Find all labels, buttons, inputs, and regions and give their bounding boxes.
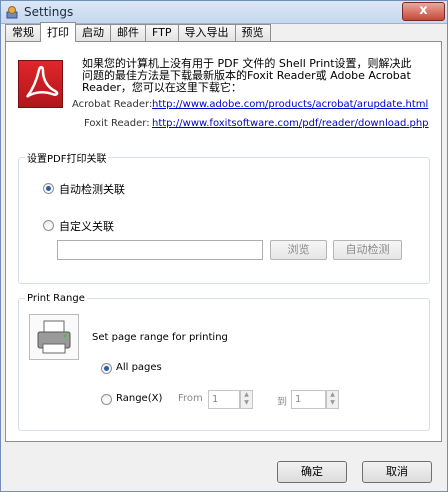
acrobat-label: Acrobat Reader: — [72, 99, 153, 110]
printer-icon — [29, 314, 79, 360]
tab-startup[interactable]: 启动 — [75, 24, 111, 41]
auto-detect-radio[interactable] — [43, 183, 54, 194]
adobe-pdf-icon — [18, 60, 63, 108]
tab-bar: 常规 打印 启动 邮件 FTP 导入导出 预览 — [5, 22, 271, 42]
foxit-label: Foxit Reader: — [84, 118, 150, 129]
browse-button[interactable]: 浏览 — [270, 240, 327, 260]
ok-button[interactable]: 确定 — [277, 461, 347, 483]
spin-down-icon[interactable]: ▼ — [241, 399, 252, 407]
from-label: From — [178, 393, 203, 404]
settings-window: Settings x 常规 打印 启动 邮件 FTP 导入导出 预览 如果您的计… — [0, 0, 448, 492]
settings-app-icon — [6, 6, 18, 19]
window-title: Settings — [24, 5, 74, 19]
info-text: 如果您的计算机上没有用于 PDF 文件的 Shell Print设置，则解决此问… — [82, 57, 412, 94]
tab-import-export[interactable]: 导入导出 — [177, 24, 236, 41]
acrobat-link[interactable]: http://www.adobe.com/products/acrobat/ar… — [152, 99, 428, 110]
tab-preview[interactable]: 预览 — [234, 24, 271, 41]
title-bar[interactable]: Settings x — [1, 1, 447, 24]
foxit-link[interactable]: http://www.foxitsoftware.com/pdf/reader/… — [152, 118, 429, 129]
custom-assoc-label: 自定义关联 — [59, 220, 114, 233]
tab-ftp[interactable]: FTP — [145, 24, 179, 41]
cancel-button[interactable]: 取消 — [362, 461, 432, 483]
range-description: Set page range for printing — [92, 332, 228, 343]
spin-up-icon[interactable]: ▲ — [241, 391, 252, 399]
from-page-spinner[interactable]: ▲ ▼ — [240, 390, 253, 409]
spin-down-icon[interactable]: ▼ — [327, 399, 338, 407]
tab-print[interactable]: 打印 — [40, 22, 76, 42]
all-pages-radio[interactable] — [101, 363, 112, 374]
assoc-group: 设置PDF打印关联 — [18, 150, 430, 284]
range-radio[interactable] — [101, 394, 112, 405]
tab-mail[interactable]: 邮件 — [110, 24, 146, 41]
print-range-group: Print Range — [18, 293, 430, 431]
range-label: Range(X) — [116, 393, 163, 404]
all-pages-label: All pages — [116, 362, 162, 373]
close-button[interactable]: x — [402, 2, 445, 21]
to-label: 到 — [277, 397, 287, 408]
assoc-legend: 设置PDF打印关联 — [27, 154, 107, 165]
custom-assoc-radio[interactable] — [43, 220, 54, 231]
to-page-spinner[interactable]: ▲ ▼ — [326, 390, 339, 409]
to-page-input[interactable]: 1 — [291, 390, 326, 409]
spin-up-icon[interactable]: ▲ — [327, 391, 338, 399]
tab-general[interactable]: 常规 — [5, 24, 41, 41]
print-settings-panel: 如果您的计算机上没有用于 PDF 文件的 Shell Print设置，则解决此问… — [5, 41, 442, 442]
print-range-legend: Print Range — [27, 293, 85, 304]
custom-path-input[interactable] — [57, 240, 263, 260]
auto-detect-label: 自动检测关联 — [59, 183, 125, 196]
auto-detect-button[interactable]: 自动检测 — [333, 240, 402, 260]
from-page-input[interactable]: 1 — [208, 390, 240, 409]
